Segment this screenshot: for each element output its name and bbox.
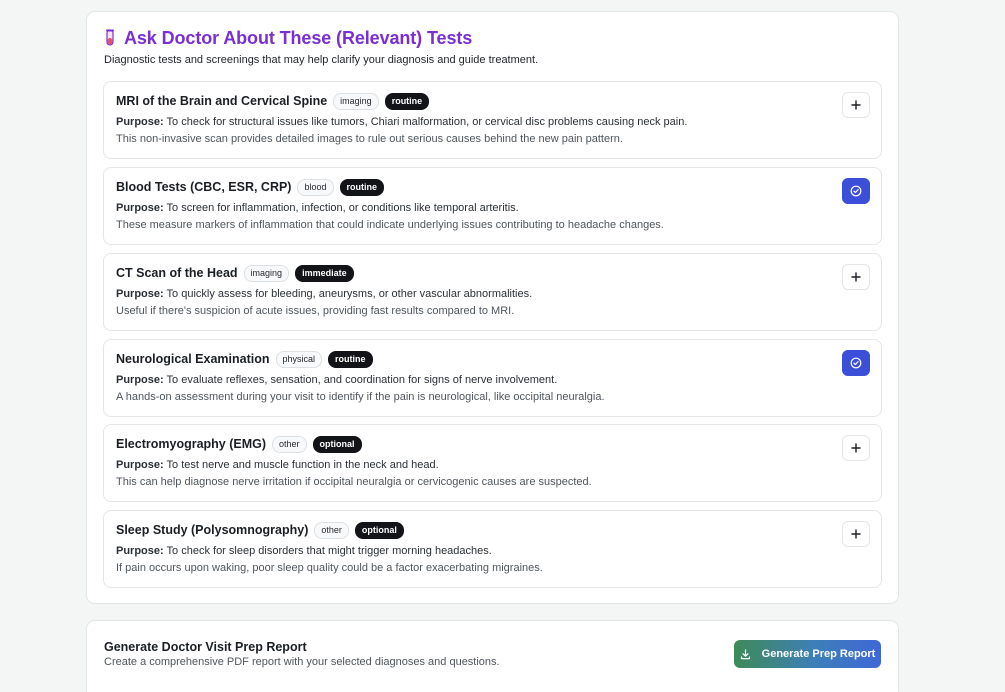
- test-description: This non-invasive scan provides detailed…: [116, 133, 623, 145]
- test-purpose: Purpose: To check for structural issues …: [116, 116, 687, 128]
- test-card: Electromyography (EMG) other optional Pu…: [103, 424, 882, 502]
- download-icon: [740, 648, 751, 660]
- plus-icon: [851, 529, 861, 539]
- test-name: Neurological Examination: [116, 352, 270, 366]
- purpose-label: Purpose:: [116, 116, 164, 128]
- test-purpose: Purpose: To test nerve and muscle functi…: [116, 459, 439, 471]
- report-footer-panel: Generate Doctor Visit Prep Report Create…: [86, 620, 899, 692]
- priority-badge: optional: [312, 435, 362, 453]
- purpose-label: Purpose:: [116, 202, 164, 214]
- priority-badge: routine: [328, 350, 373, 368]
- generate-prep-report-button[interactable]: Generate Prep Report: [734, 640, 881, 668]
- test-card-header: Sleep Study (Polysomnography) other opti…: [116, 521, 404, 539]
- check-circle-icon: [850, 357, 862, 369]
- test-card: Neurological Examination physical routin…: [103, 339, 882, 417]
- priority-badge: immediate: [295, 264, 354, 282]
- purpose-text: To screen for inflammation, infection, o…: [166, 202, 519, 214]
- purpose-text: To test nerve and muscle function in the…: [166, 459, 439, 471]
- priority-badge: routine: [339, 178, 385, 196]
- test-description: If pain occurs upon waking, poor sleep q…: [116, 562, 543, 574]
- relevant-tests-panel: Ask Doctor About These (Relevant) Tests …: [86, 11, 899, 604]
- test-card-header: CT Scan of the Head imaging immediate: [116, 264, 354, 282]
- test-name: Electromyography (EMG): [116, 437, 267, 451]
- report-subtitle: Create a comprehensive PDF report with y…: [104, 656, 500, 668]
- category-tag: other: [314, 521, 349, 539]
- report-title: Generate Doctor Visit Prep Report: [104, 640, 307, 654]
- selected-test-button[interactable]: [842, 350, 870, 376]
- test-description: These measure markers of inflammation th…: [116, 219, 664, 231]
- plus-icon: [851, 100, 861, 110]
- purpose-text: To check for sleep disorders that might …: [166, 545, 492, 557]
- test-name: MRI of the Brain and Cervical Spine: [116, 94, 328, 108]
- category-tag: other: [272, 435, 307, 453]
- plus-icon: [851, 443, 861, 453]
- test-purpose: Purpose: To quickly assess for bleeding,…: [116, 288, 532, 300]
- purpose-text: To quickly assess for bleeding, aneurysm…: [166, 288, 533, 300]
- category-tag: imaging: [243, 264, 290, 282]
- test-card: Blood Tests (CBC, ESR, CRP) blood routin…: [103, 167, 882, 245]
- purpose-label: Purpose:: [116, 288, 164, 300]
- purpose-label: Purpose:: [116, 545, 164, 557]
- test-description: Useful if there's suspicion of acute iss…: [116, 305, 515, 317]
- category-tag: blood: [297, 178, 334, 196]
- priority-badge: optional: [354, 521, 404, 539]
- test-description: This can help diagnose nerve irritation …: [116, 476, 592, 488]
- test-purpose: Purpose: To evaluate reflexes, sensation…: [116, 374, 557, 386]
- add-test-button[interactable]: [842, 521, 870, 547]
- add-test-button[interactable]: [842, 435, 870, 461]
- test-name: Blood Tests (CBC, ESR, CRP): [116, 180, 292, 194]
- test-card: Sleep Study (Polysomnography) other opti…: [103, 510, 882, 588]
- test-name: Sleep Study (Polysomnography): [116, 523, 309, 537]
- generate-button-label: Generate Prep Report: [761, 648, 876, 660]
- section-title-row: Ask Doctor About These (Relevant) Tests: [104, 27, 538, 49]
- category-tag: imaging: [333, 92, 379, 110]
- test-card-header: MRI of the Brain and Cervical Spine imag…: [116, 92, 430, 110]
- test-purpose: Purpose: To screen for inflammation, inf…: [116, 202, 519, 214]
- section-subtitle: Diagnostic tests and screenings that may…: [104, 54, 539, 66]
- priority-badge: routine: [384, 92, 430, 110]
- check-circle-icon: [850, 185, 862, 197]
- selected-test-button[interactable]: [842, 178, 870, 204]
- add-test-button[interactable]: [842, 92, 870, 118]
- category-tag: physical: [275, 350, 323, 368]
- test-card: CT Scan of the Head imaging immediate Pu…: [103, 253, 882, 331]
- test-tube-icon: [104, 28, 116, 48]
- test-card-header: Electromyography (EMG) other optional: [116, 435, 362, 453]
- test-card-header: Neurological Examination physical routin…: [116, 350, 373, 368]
- test-purpose: Purpose: To check for sleep disorders th…: [116, 545, 492, 557]
- purpose-label: Purpose:: [116, 459, 164, 471]
- purpose-label: Purpose:: [116, 374, 164, 386]
- panel-header: Ask Doctor About These (Relevant) Tests …: [104, 27, 539, 67]
- test-card-header: Blood Tests (CBC, ESR, CRP) blood routin…: [116, 178, 385, 196]
- test-card: MRI of the Brain and Cervical Spine imag…: [103, 81, 882, 159]
- section-title: Ask Doctor About These (Relevant) Tests: [124, 27, 473, 48]
- plus-icon: [851, 272, 861, 282]
- add-test-button[interactable]: [842, 264, 870, 290]
- test-description: A hands-on assessment during your visit …: [116, 391, 605, 403]
- purpose-text: To check for structural issues like tumo…: [166, 116, 688, 128]
- purpose-text: To evaluate reflexes, sensation, and coo…: [166, 374, 558, 386]
- test-name: CT Scan of the Head: [116, 266, 238, 280]
